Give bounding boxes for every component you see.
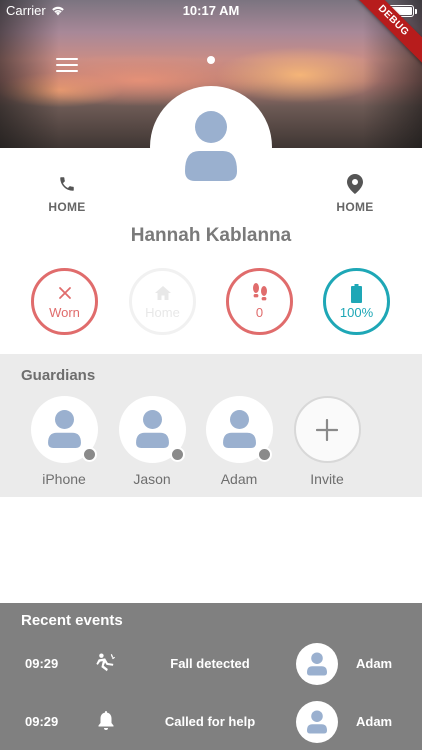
guardian-status-dot (169, 447, 185, 462)
fall-icon (94, 651, 118, 675)
guardian-name: Jason (133, 471, 171, 487)
contact-location-home[interactable]: HOME (315, 172, 395, 214)
contact-location-label: HOME (336, 200, 374, 214)
stat-home-value: Home (145, 305, 180, 320)
bell-icon (94, 709, 118, 733)
stat-home[interactable]: Home (129, 268, 196, 335)
close-icon (58, 287, 71, 299)
page-indicator-dot (207, 56, 215, 64)
event-time: 09:29 (25, 714, 59, 729)
clock: 10:17 AM (182, 3, 240, 18)
event-person-name: Adam (356, 714, 393, 729)
menu-icon[interactable] (56, 58, 78, 74)
guardian-item[interactable]: Adam (205, 396, 273, 487)
invite-circle (293, 396, 361, 463)
event-person-avatar (296, 701, 338, 743)
event-text: Fall detected (170, 656, 250, 671)
guardian-avatar (118, 396, 186, 463)
footsteps-icon (252, 283, 267, 301)
stat-battery-value: 100% (339, 305, 374, 320)
recent-events-title: Recent events (21, 612, 123, 629)
stat-steps[interactable]: 0 (226, 268, 293, 335)
person-icon (47, 410, 81, 448)
invite-guardian-button[interactable]: Invite (293, 396, 361, 487)
guardian-name: iPhone (42, 471, 86, 487)
battery-icon (351, 283, 362, 303)
invite-label: Invite (310, 471, 344, 487)
event-person-name: Adam (356, 656, 393, 671)
stat-worn[interactable]: Worn (31, 268, 98, 335)
person-icon (185, 111, 237, 181)
guardian-status-dot (81, 447, 97, 462)
guardians-section: Guardians iPhone Jason Adam Invite (0, 354, 422, 497)
stat-steps-value: 0 (255, 305, 264, 320)
status-bar: Carrier 10:17 AM (0, 0, 422, 22)
person-icon (135, 410, 169, 448)
event-person-avatar (296, 643, 338, 685)
guardian-item[interactable]: Jason (118, 396, 186, 487)
location-pin-icon (347, 174, 363, 194)
guardian-status-dot (256, 447, 272, 462)
profile-name: Hannah Kablanna (130, 225, 292, 246)
stat-battery[interactable]: 100% (323, 268, 390, 335)
guardian-avatar (205, 396, 273, 463)
event-text: Called for help (164, 714, 256, 729)
guardian-avatar (30, 396, 98, 463)
home-icon (154, 286, 171, 300)
person-icon (307, 652, 327, 676)
plus-icon (316, 418, 338, 441)
phone-icon (60, 177, 74, 191)
event-row[interactable]: 09:29 Fall detected Adam (0, 643, 422, 687)
guardian-name: Adam (220, 471, 258, 487)
guardians-title: Guardians (21, 367, 96, 384)
stat-worn-value: Worn (49, 305, 80, 320)
person-icon (222, 410, 256, 448)
contact-phone-home[interactable]: HOME (27, 172, 107, 214)
contact-phone-label: HOME (48, 200, 86, 214)
event-row[interactable]: 09:29 Called for help Adam (0, 701, 422, 745)
person-icon (307, 710, 327, 734)
recent-events-section: Recent events 09:29 Fall detected Adam 0… (0, 603, 422, 750)
event-time: 09:29 (25, 656, 59, 671)
guardian-item[interactable]: iPhone (30, 396, 98, 487)
